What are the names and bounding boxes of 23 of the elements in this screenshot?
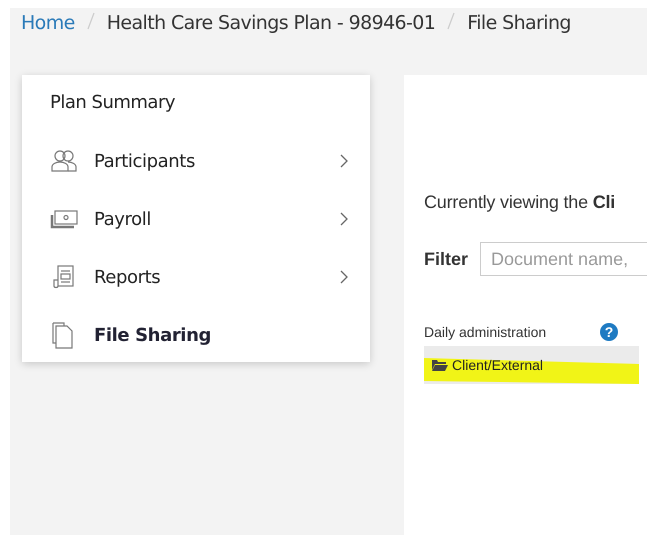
folder-icon [432, 359, 448, 371]
folder-name: Client/External [452, 357, 544, 373]
sidebar-item[interactable]: Payroll [50, 190, 348, 248]
chevron-right-icon [340, 270, 348, 284]
section-title: Daily administration [424, 324, 546, 340]
sidebar-item[interactable]: Participants [50, 132, 348, 190]
breadcrumb-link[interactable]: Home [21, 12, 75, 34]
chevron-right-icon [340, 212, 348, 226]
sidebar-item[interactable]: Reports [50, 248, 348, 306]
sidebar-heading: Plan Summary [50, 92, 176, 115]
viewing-message: Currently viewing the Cli [424, 192, 616, 214]
people-icon [50, 149, 78, 173]
breadcrumb-item: File Sharing [467, 12, 571, 34]
filter-input[interactable]: Document name, [480, 242, 647, 276]
breadcrumb-item: Health Care Savings Plan - 98946-01 [106, 12, 436, 34]
filter-label: Filter [424, 248, 468, 270]
folder-row[interactable]: Client/External [424, 346, 639, 384]
money-icon [50, 209, 78, 229]
chevron-right-icon [340, 154, 348, 168]
separator-icon [447, 10, 456, 30]
help-icon[interactable]: ? [599, 322, 619, 342]
separator-icon [86, 10, 95, 30]
sidebar-item[interactable]: File Sharing [50, 306, 348, 364]
